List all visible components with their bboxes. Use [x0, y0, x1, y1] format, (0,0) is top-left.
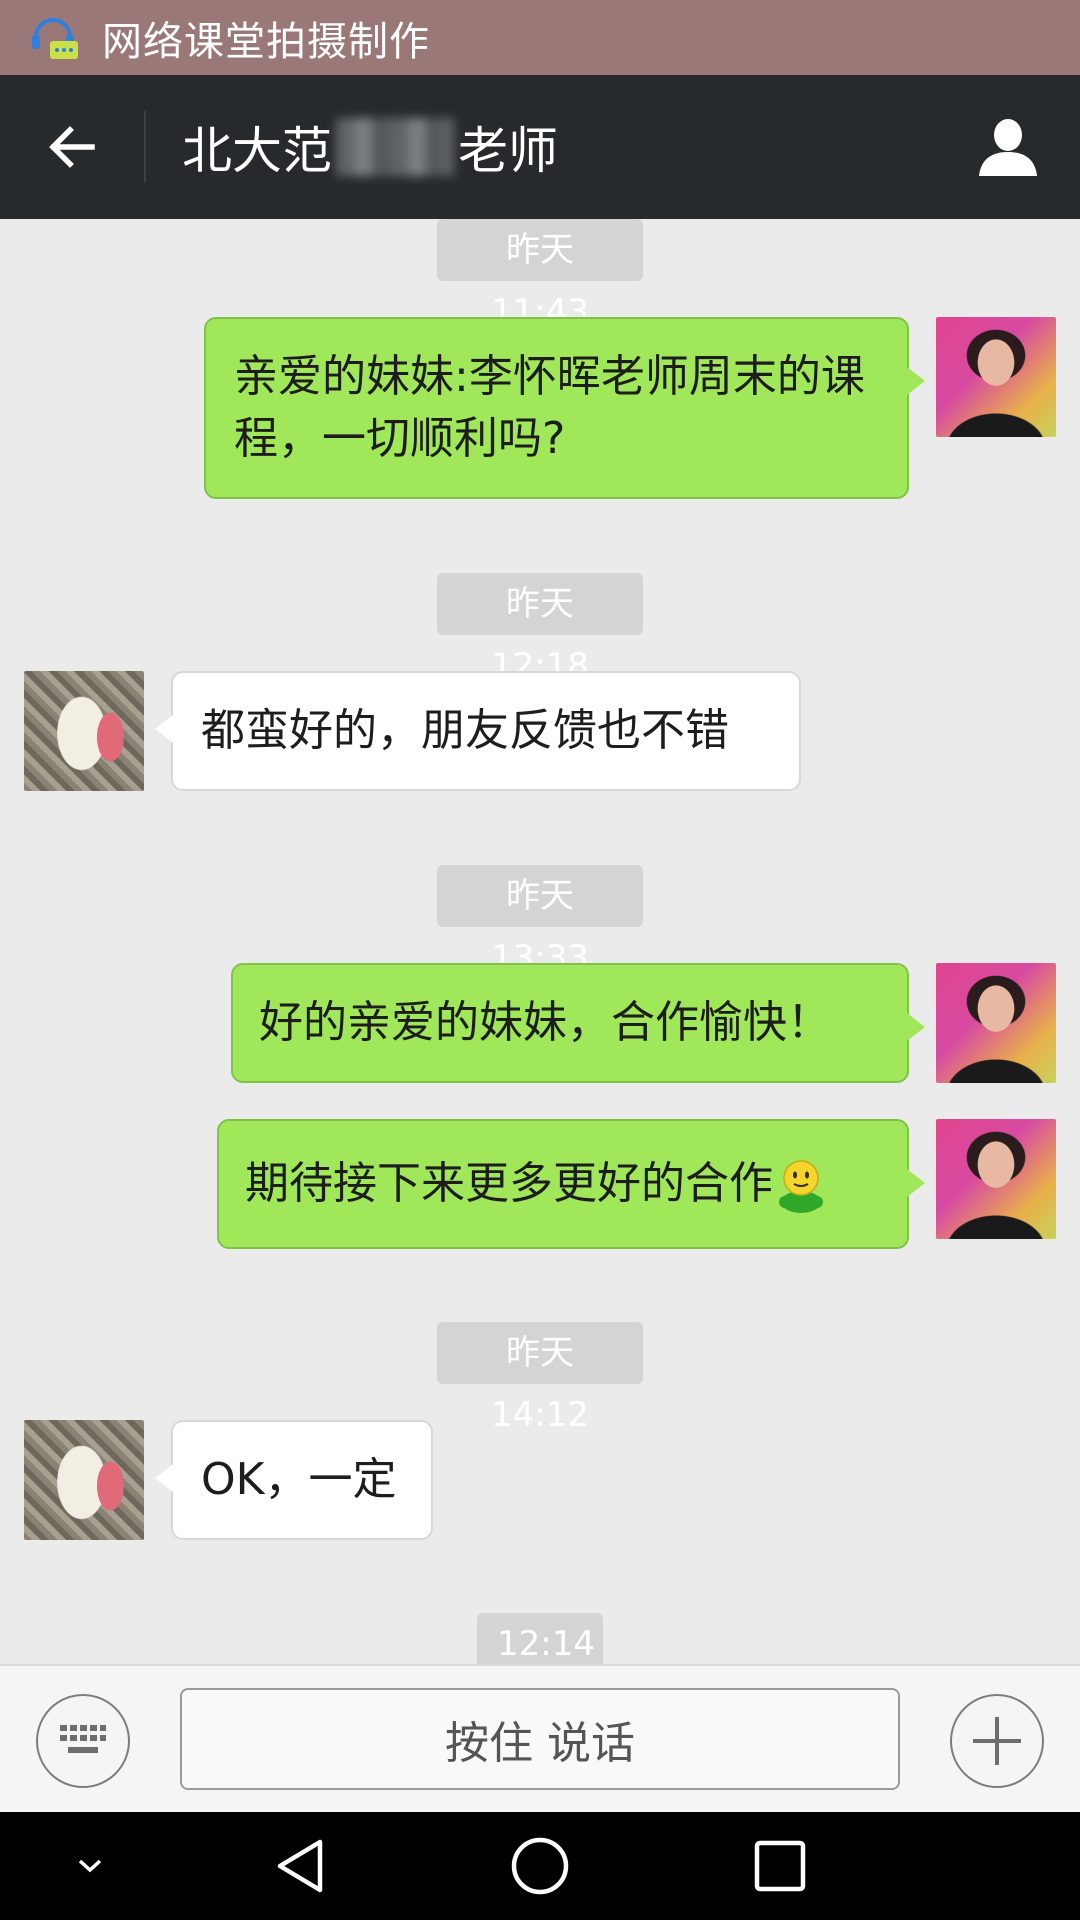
person-icon: [979, 119, 1037, 176]
status-bar: 网络课堂拍摄制作: [0, 0, 1080, 75]
keyboard-toggle-button[interactable]: [36, 1694, 130, 1788]
message-bubble-sent[interactable]: 亲爱的妹妹:李怀晖老师周末的课程，一切顺利吗?: [204, 317, 925, 499]
nav-recents-button[interactable]: [750, 1836, 810, 1896]
smiley-emoji-icon: [779, 1160, 823, 1214]
avatar[interactable]: [936, 317, 1056, 437]
back-arrow-icon: [49, 126, 95, 168]
more-options-button[interactable]: [950, 1694, 1044, 1788]
chat-screen: 网络课堂拍摄制作 北大范 老师 昨天 11:43 亲爱的妹妹:李怀晖老师周末的课…: [0, 0, 1080, 1920]
message-bubble-sent[interactable]: 好的亲爱的妹妹，合作愉快！: [231, 963, 925, 1083]
title-prefix: 北大范: [182, 122, 332, 180]
back-button[interactable]: [0, 75, 144, 219]
support-chat-icon: [32, 17, 78, 59]
page-title: 北大范 老师: [182, 111, 558, 183]
keyboard-icon: [60, 1725, 106, 1753]
title-bar: 北大范 老师: [0, 75, 1080, 219]
timestamp: 昨天 11:43: [437, 219, 643, 332]
circle-home-icon: [511, 1837, 569, 1895]
message-text: 亲爱的妹妹:李怀晖老师周末的课程，一切顺利吗?: [234, 351, 865, 464]
title-suffix: 老师: [458, 122, 558, 180]
avatar[interactable]: [24, 1420, 144, 1540]
hold-to-talk-button[interactable]: 按住 说话: [180, 1688, 900, 1790]
message-bubble-received[interactable]: OK，一定: [155, 1420, 433, 1540]
nav-back-button[interactable]: [270, 1836, 330, 1896]
redacted-name: [336, 118, 454, 176]
title-divider: [144, 111, 146, 183]
message-text: 期待接下来更多更好的合作: [245, 1153, 827, 1215]
avatar[interactable]: [24, 671, 144, 791]
nav-home-button[interactable]: [510, 1836, 570, 1896]
square-recents-icon: [754, 1840, 806, 1892]
avatar[interactable]: [936, 963, 1056, 1083]
message-text: 都蛮好的，朋友反馈也不错: [201, 705, 729, 757]
profile-button[interactable]: [972, 111, 1044, 183]
timestamp: 昨天 13:33: [437, 865, 643, 978]
message-bubble-sent[interactable]: 期待接下来更多更好的合作: [217, 1119, 925, 1249]
message-text: OK，一定: [201, 1454, 397, 1506]
message-text: 好的亲爱的妹妹，合作愉快！: [259, 997, 831, 1049]
nav-hide-button[interactable]: [60, 1836, 120, 1896]
timestamp: 昨天 12:18: [437, 573, 643, 686]
plus-icon: [973, 1717, 1021, 1765]
system-nav-bar: [0, 1812, 1080, 1920]
status-bar-text: 网络课堂拍摄制作: [102, 18, 430, 65]
chevron-down-icon: [78, 1859, 102, 1873]
triangle-back-icon: [277, 1839, 323, 1893]
input-bar: 按住 说话: [0, 1664, 1080, 1812]
message-bubble-received[interactable]: 都蛮好的，朋友反馈也不错: [155, 671, 801, 791]
timestamp: 12:14: [477, 1613, 603, 1664]
chat-area[interactable]: 昨天 11:43 亲爱的妹妹:李怀晖老师周末的课程，一切顺利吗? 昨天 12:1…: [0, 219, 1080, 1664]
timestamp: 昨天 14:12: [437, 1322, 643, 1435]
avatar[interactable]: [936, 1119, 1056, 1239]
